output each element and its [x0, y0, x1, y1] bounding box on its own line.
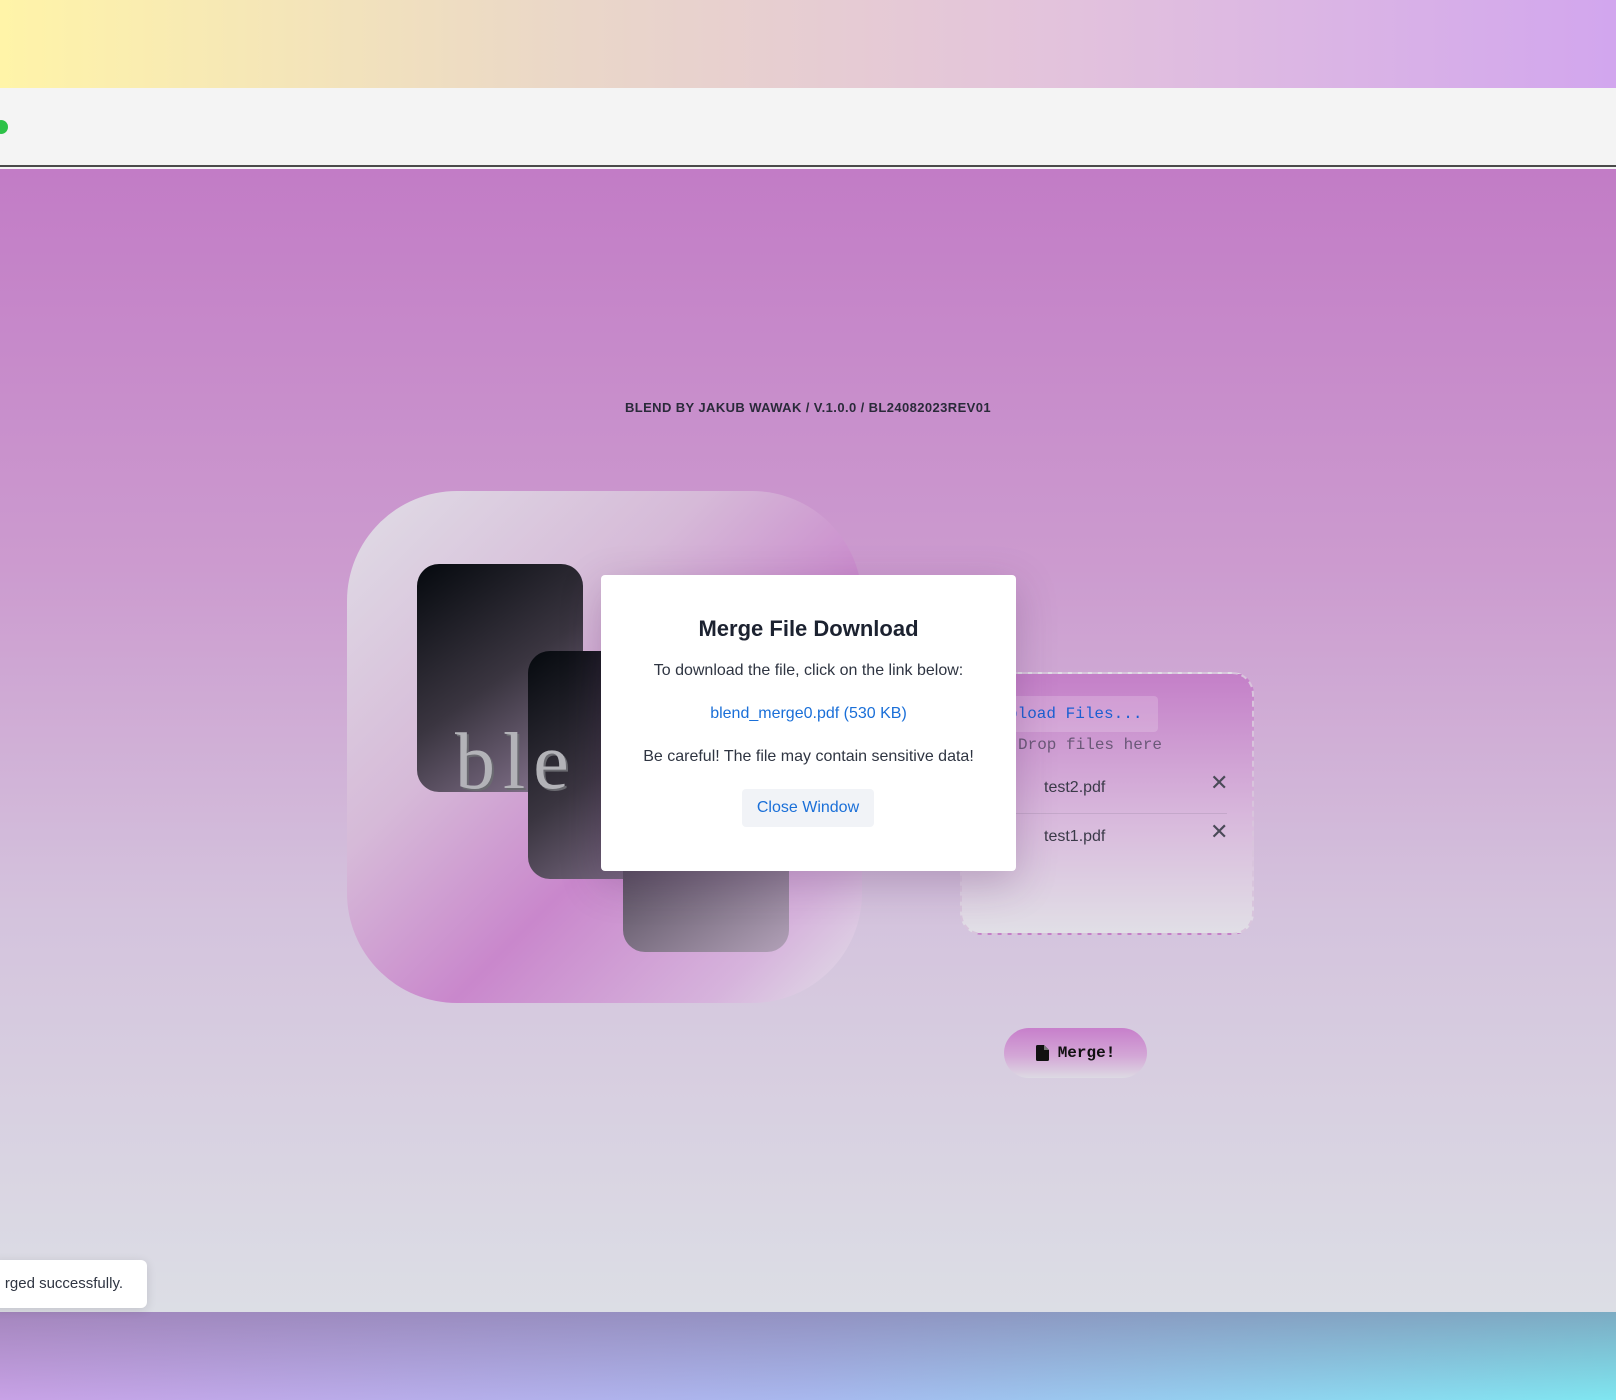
- maximize-window-button[interactable]: [0, 120, 8, 134]
- remove-file-icon[interactable]: ✕: [1210, 821, 1228, 843]
- modal-instruction: To download the file, click on the link …: [653, 662, 964, 679]
- version-line: BLEND BY JAKUB WAWAK / V.1.0.0 / BL24082…: [624, 400, 991, 415]
- file-list-item: test2.pdf ✕: [992, 766, 1228, 814]
- modal-title: Merge File Download: [698, 616, 919, 641]
- file-name: test2.pdf: [1044, 779, 1106, 796]
- toast-message: rged successfully.: [4, 1275, 123, 1292]
- logo-text: ble: [455, 718, 577, 806]
- drop-files-hint: Drop files here: [1018, 736, 1163, 754]
- merge-button-label: Merge!: [1057, 1044, 1116, 1062]
- success-toast: rged successfully.: [0, 1260, 147, 1308]
- upload-files-button[interactable]: pload Files...: [998, 696, 1158, 732]
- file-list-item: test1.pdf ✕: [992, 815, 1228, 863]
- modal-warning: Be careful! The file may contain sensiti…: [643, 748, 974, 765]
- download-link[interactable]: blend_merge0.pdf (530 KB): [601, 705, 1016, 723]
- desktop-background-bottom: [0, 1312, 1616, 1400]
- document-icon: [1035, 1045, 1049, 1061]
- merge-download-modal: Merge File Download To download the file…: [601, 575, 1016, 871]
- merge-button[interactable]: Merge!: [1004, 1028, 1147, 1078]
- window-titlebar: [0, 88, 1616, 167]
- remove-file-icon[interactable]: ✕: [1210, 772, 1228, 794]
- file-name: test1.pdf: [1044, 828, 1106, 845]
- close-window-button[interactable]: Close Window: [742, 789, 874, 827]
